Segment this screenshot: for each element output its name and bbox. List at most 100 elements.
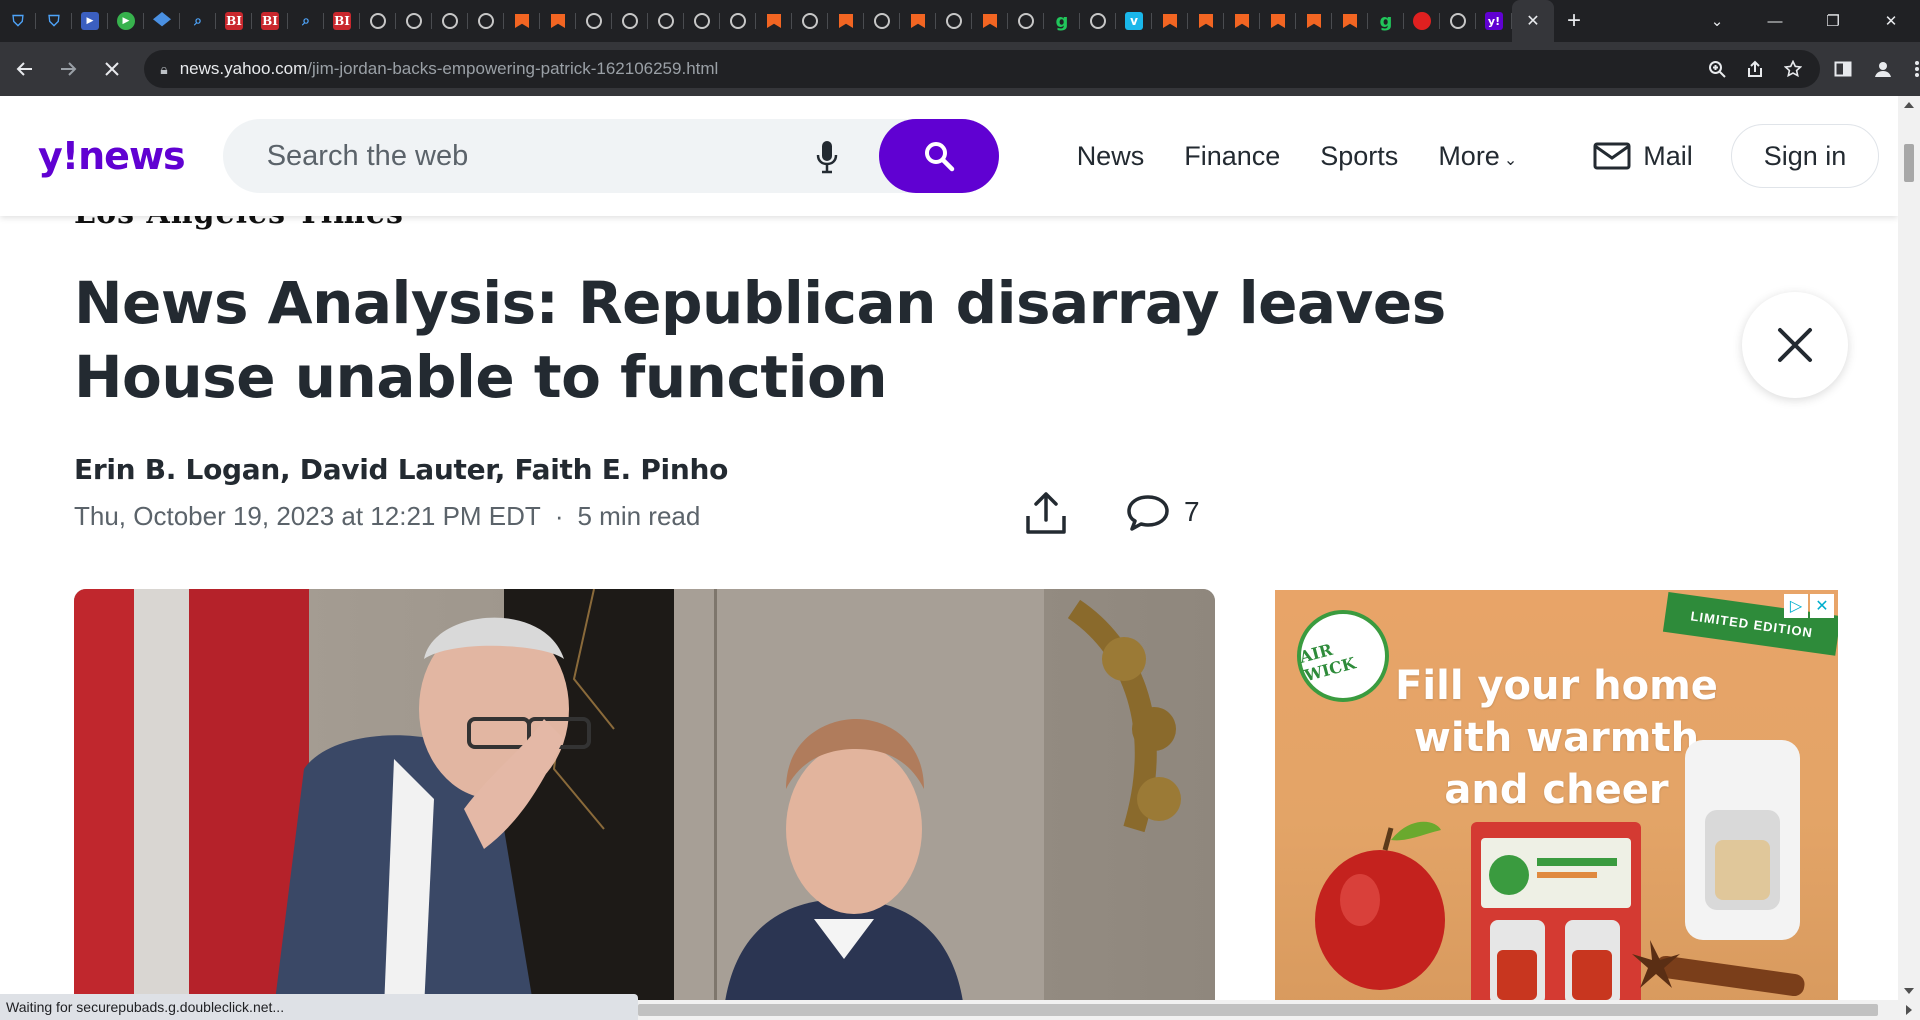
active-tab-close[interactable]: ✕ <box>1512 0 1554 42</box>
browser-tab[interactable] <box>936 0 972 42</box>
share-icon[interactable] <box>1024 490 1068 536</box>
vertical-scrollbar[interactable] <box>1898 96 1920 1000</box>
sign-in-button[interactable]: Sign in <box>1730 124 1880 188</box>
stop-x-icon <box>104 62 119 76</box>
comment-icon[interactable] <box>1126 494 1170 532</box>
browser-tab[interactable]: ▶ <box>72 0 108 42</box>
bookmark-icon <box>1197 12 1215 30</box>
minimize-icon[interactable]: — <box>1746 13 1804 30</box>
globe-icon <box>478 13 494 29</box>
browser-tab[interactable]: BI <box>252 0 288 42</box>
scrollbar-thumb[interactable] <box>1904 144 1914 182</box>
close-window-icon[interactable]: ✕ <box>1862 12 1920 30</box>
browser-tab[interactable] <box>972 0 1008 42</box>
new-tab-button[interactable]: + <box>1554 0 1594 42</box>
pin-icon <box>1413 12 1431 30</box>
horizontal-scrollbar[interactable] <box>638 1000 1920 1020</box>
nav-finance[interactable]: Finance <box>1184 141 1280 172</box>
bookmark-star-icon[interactable] <box>1784 60 1802 78</box>
tab-search-icon[interactable]: ⌄ <box>1688 12 1746 30</box>
browser-tab[interactable]: ▶ <box>108 0 144 42</box>
chevron-down-icon: ⌄ <box>1503 151 1518 169</box>
browser-tab[interactable] <box>684 0 720 42</box>
browser-tab[interactable] <box>1440 0 1476 42</box>
hscroll-thumb[interactable] <box>638 1004 1878 1016</box>
address-bar[interactable]: 🔒︎ news.yahoo.com/jim-jordan-backs-empow… <box>144 50 1820 88</box>
browser-tab[interactable]: g <box>1368 0 1404 42</box>
browser-tab[interactable] <box>1404 0 1440 42</box>
browser-tab[interactable]: BI <box>216 0 252 42</box>
browser-tab[interactable] <box>504 0 540 42</box>
browser-tab[interactable] <box>1224 0 1260 42</box>
browser-tab[interactable] <box>1080 0 1116 42</box>
nav-sports[interactable]: Sports <box>1320 141 1398 172</box>
browser-tab[interactable] <box>1260 0 1296 42</box>
advertisement[interactable]: AIR WICK LIMITED EDITION ▷ ✕ Fill your h… <box>1275 590 1838 1000</box>
nav-news[interactable]: News <box>1077 141 1145 172</box>
browser-tab[interactable]: ⛉ <box>0 0 36 42</box>
browser-tab[interactable] <box>864 0 900 42</box>
close-icon <box>1778 328 1812 362</box>
browser-tab[interactable] <box>648 0 684 42</box>
browser-tab[interactable]: ⛉ <box>36 0 72 42</box>
bi-icon: BI <box>261 12 279 30</box>
browser-tab[interactable] <box>900 0 936 42</box>
browser-tab[interactable]: ⌕ <box>288 0 324 42</box>
url-host: news.yahoo.com <box>179 59 308 78</box>
shield-icon: ⛉ <box>12 12 24 30</box>
profile-icon[interactable] <box>1874 60 1892 78</box>
browser-tab[interactable] <box>1008 0 1044 42</box>
browser-tab[interactable]: ⌕ <box>180 0 216 42</box>
stop-loading-button[interactable] <box>93 49 130 89</box>
browser-tab[interactable] <box>1332 0 1368 42</box>
nav-more[interactable]: More ⌄ <box>1438 141 1517 172</box>
yahoo-masthead: y!news News Finance Sports More⌄ Mail Si… <box>0 96 1898 216</box>
forward-button[interactable] <box>49 49 86 89</box>
microphone-icon[interactable] <box>815 139 839 175</box>
article-meta: Thu, October 19, 2023 at 12:21 PM EDT · … <box>74 501 700 532</box>
browser-tab[interactable] <box>792 0 828 42</box>
side-panel-icon[interactable] <box>1834 60 1852 78</box>
globe-icon <box>658 13 674 29</box>
article-authors[interactable]: Erin B. Logan, David Lauter, Faith E. Pi… <box>74 453 728 486</box>
browser-tab[interactable]: g <box>1044 0 1080 42</box>
browser-tab[interactable] <box>828 0 864 42</box>
browser-tab[interactable] <box>1296 0 1332 42</box>
browser-tab[interactable] <box>612 0 648 42</box>
browser-tab[interactable] <box>468 0 504 42</box>
browser-tab[interactable] <box>1188 0 1224 42</box>
browser-tab[interactable] <box>1152 0 1188 42</box>
search-input[interactable] <box>222 139 783 173</box>
browser-tab[interactable] <box>540 0 576 42</box>
browser-tab[interactable] <box>396 0 432 42</box>
cap-icon <box>153 12 171 27</box>
close-tab-icon[interactable]: ✕ <box>1526 11 1539 31</box>
article-hero-image[interactable] <box>74 589 1215 1000</box>
yahoo-news-logo[interactable]: y!news <box>38 134 186 178</box>
browser-tab[interactable]: y! <box>1476 0 1512 42</box>
lock-icon[interactable]: 🔒︎ <box>160 61 167 78</box>
browser-tab[interactable]: v <box>1116 0 1152 42</box>
share-page-icon[interactable] <box>1746 60 1764 78</box>
browser-tab[interactable] <box>144 0 180 42</box>
scroll-right-icon[interactable] <box>1906 1005 1912 1015</box>
browser-tab[interactable] <box>360 0 396 42</box>
browser-tab[interactable]: BI <box>324 0 360 42</box>
zoom-icon[interactable] <box>1708 60 1726 78</box>
tab-list: ⛉ ⛉ ▶ ▶ ⌕ BI BI ⌕ BI g v g y! ✕ <box>0 0 1554 42</box>
mail-link[interactable]: Mail <box>1593 141 1693 172</box>
comment-count[interactable]: 7 <box>1184 496 1200 528</box>
browser-tab[interactable] <box>432 0 468 42</box>
restore-icon[interactable]: ❐ <box>1804 12 1862 30</box>
scroll-up-icon[interactable] <box>1904 102 1914 108</box>
browser-tab[interactable] <box>576 0 612 42</box>
bookmark-icon <box>837 12 855 30</box>
globe-icon <box>586 13 602 29</box>
browser-tab[interactable] <box>756 0 792 42</box>
search-button[interactable] <box>878 119 999 193</box>
menu-kebab-icon[interactable] <box>1914 60 1920 78</box>
scroll-down-icon[interactable] <box>1904 988 1914 994</box>
browser-tab[interactable] <box>720 0 756 42</box>
close-article-button[interactable] <box>1742 292 1848 398</box>
back-button[interactable] <box>6 49 43 89</box>
